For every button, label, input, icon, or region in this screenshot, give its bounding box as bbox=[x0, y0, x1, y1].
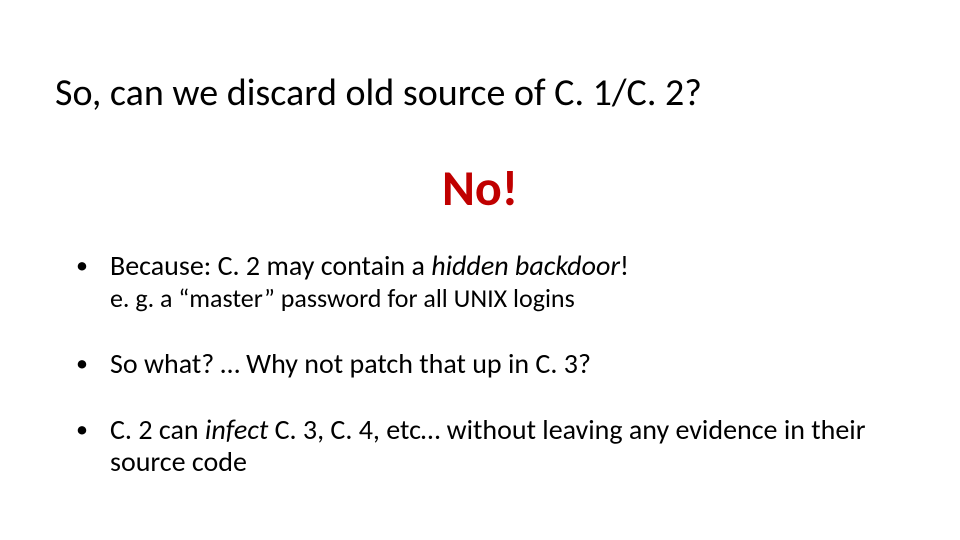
bullet-3-em: infect bbox=[205, 412, 268, 447]
bullet-1-tail: ! bbox=[620, 248, 629, 283]
slide-body: Because: C. 2 may contain a hidden backd… bbox=[70, 250, 900, 479]
slide: So, can we discard old source of C. 1/C.… bbox=[0, 0, 960, 540]
bullet-1-sub: e. g. a “master” password for all UNIX l… bbox=[110, 284, 900, 314]
bullet-1-em: hidden backdoor bbox=[431, 248, 620, 283]
bullet-1-lead: Because: C. 2 may contain a bbox=[110, 248, 431, 283]
bullet-3-lead: C. 2 can bbox=[110, 412, 205, 447]
bullet-2-text: So what? … Why not patch that up in C. 3… bbox=[110, 346, 591, 381]
bullet-item-1: Because: C. 2 may contain a hidden backd… bbox=[70, 250, 900, 314]
bullet-list: Because: C. 2 may contain a hidden backd… bbox=[70, 250, 900, 479]
emphasis-no: No! bbox=[0, 158, 960, 219]
bullet-item-3: C. 2 can infect C. 3, C. 4, etc… without… bbox=[70, 414, 900, 478]
slide-title: So, can we discard old source of C. 1/C.… bbox=[55, 70, 702, 116]
bullet-item-2: So what? … Why not patch that up in C. 3… bbox=[70, 348, 900, 380]
